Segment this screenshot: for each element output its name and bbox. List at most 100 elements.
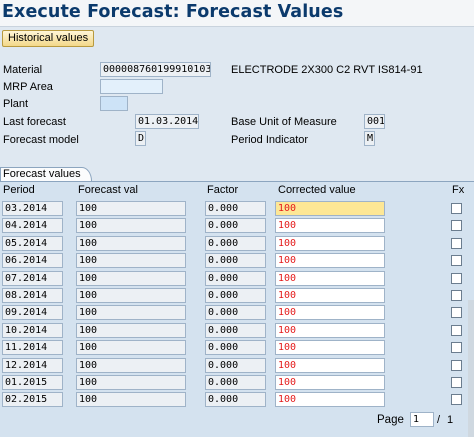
material-description: ELECTRODE 2X300 C2 RVT IS814-91 — [231, 64, 423, 76]
period-indicator-field[interactable]: M — [364, 131, 375, 146]
fx-checkbox[interactable] — [451, 342, 462, 354]
fx-checkbox[interactable] — [451, 359, 462, 371]
fx-checkbox[interactable] — [451, 307, 462, 319]
factor-cell[interactable]: 0.000 — [205, 392, 266, 408]
period-cell[interactable]: 02.2015 — [2, 392, 63, 408]
forecast-model-field[interactable]: D — [135, 131, 146, 146]
corrected-value-input[interactable]: 100 — [275, 305, 385, 321]
factor-cell[interactable]: 0.000 — [205, 288, 266, 303]
fx-checkbox[interactable] — [451, 272, 462, 284]
fx-checkbox[interactable] — [451, 255, 462, 267]
corrected-value-input[interactable]: 100 — [275, 392, 385, 408]
forecast-value-cell[interactable]: 100 — [76, 392, 186, 408]
period-cell[interactable]: 03.2014 — [2, 201, 63, 216]
table-row: 01.2015 100 0.000 100 — [0, 374, 474, 391]
page-input[interactable]: 1 — [410, 412, 434, 427]
forecast-value-cell[interactable]: 100 — [76, 218, 186, 234]
corrected-value-input[interactable]: 100 — [275, 288, 385, 303]
fx-checkbox[interactable] — [451, 290, 462, 301]
historical-values-button[interactable]: Historical values — [2, 30, 95, 47]
toolbar: Historical values — [0, 27, 474, 50]
corrected-value-input[interactable]: 100 — [275, 201, 385, 216]
factor-cell[interactable]: 0.000 — [205, 235, 266, 251]
last-forecast-field[interactable]: 01.03.2014 — [135, 114, 199, 129]
column-header-forecast-val: Forecast val — [78, 184, 138, 196]
period-cell[interactable]: 04.2014 — [2, 218, 63, 234]
period-cell[interactable]: 05.2014 — [2, 235, 63, 251]
forecast-value-cell[interactable]: 100 — [76, 322, 186, 338]
forecast-value-cell[interactable]: 100 — [76, 357, 186, 373]
mrp-area-field[interactable] — [100, 79, 163, 94]
table-row: 06.2014 100 0.000 100 — [0, 252, 474, 269]
table-row: 04.2014 100 0.000 100 — [0, 217, 474, 234]
fx-checkbox[interactable] — [451, 203, 462, 214]
material-field[interactable]: 000008760199910103 — [100, 62, 211, 77]
column-header-corrected-value: Corrected value — [278, 184, 356, 196]
table-row: 11.2014 100 0.000 100 — [0, 339, 474, 356]
scrollbar-edge[interactable] — [468, 300, 474, 437]
factor-cell[interactable]: 0.000 — [205, 253, 266, 269]
factor-cell[interactable]: 0.000 — [205, 270, 266, 286]
corrected-value-input[interactable]: 100 — [275, 235, 385, 251]
corrected-value-input[interactable]: 100 — [275, 218, 385, 234]
forecast-value-cell[interactable]: 100 — [76, 270, 186, 286]
corrected-value-input[interactable]: 100 — [275, 340, 385, 356]
table-row: 07.2014 100 0.000 100 — [0, 270, 474, 287]
factor-cell[interactable]: 0.000 — [205, 357, 266, 373]
corrected-value-input[interactable]: 100 — [275, 322, 385, 338]
forecast-value-cell[interactable]: 100 — [76, 288, 186, 303]
corrected-value-input[interactable]: 100 — [275, 270, 385, 286]
base-uom-label: Base Unit of Measure — [231, 116, 337, 128]
tab-strip: Forecast values — [0, 167, 474, 181]
page-title: Execute Forecast: Forecast Values — [2, 2, 344, 22]
page-separator: / — [437, 414, 441, 426]
mrp-area-label: MRP Area — [3, 81, 53, 93]
period-cell[interactable]: 10.2014 — [2, 322, 63, 338]
forecast-value-cell[interactable]: 100 — [76, 375, 186, 390]
base-uom-field[interactable]: 001 — [364, 114, 385, 129]
plant-field[interactable] — [100, 96, 128, 111]
fx-checkbox[interactable] — [451, 377, 462, 388]
fx-checkbox[interactable] — [451, 220, 462, 232]
fx-checkbox[interactable] — [451, 394, 462, 406]
factor-cell[interactable]: 0.000 — [205, 375, 266, 390]
forecast-value-cell[interactable]: 100 — [76, 305, 186, 321]
period-cell[interactable]: 01.2015 — [2, 375, 63, 390]
tab-forecast-values[interactable]: Forecast values — [0, 167, 92, 181]
plant-label: Plant — [3, 98, 29, 110]
factor-cell[interactable]: 0.000 — [205, 340, 266, 356]
fx-checkbox[interactable] — [451, 237, 462, 249]
table-row: 08.2014 100 0.000 100 — [0, 287, 474, 304]
last-forecast-label: Last forecast — [3, 116, 66, 128]
table-row: 09.2014 100 0.000 100 — [0, 304, 474, 321]
corrected-value-input[interactable]: 100 — [275, 253, 385, 269]
period-cell[interactable]: 07.2014 — [2, 270, 63, 286]
table-row: 03.2014 100 0.000 100 — [0, 200, 474, 217]
forecast-value-cell[interactable]: 100 — [76, 253, 186, 269]
period-indicator-label: Period Indicator — [231, 134, 309, 146]
corrected-value-input[interactable]: 100 — [275, 357, 385, 373]
period-cell[interactable]: 11.2014 — [2, 340, 63, 356]
forecast-value-cell[interactable]: 100 — [76, 340, 186, 356]
factor-cell[interactable]: 0.000 — [205, 322, 266, 338]
forecast-table: Period Forecast val Factor Corrected val… — [0, 181, 474, 437]
period-cell[interactable]: 06.2014 — [2, 253, 63, 269]
column-header-period: Period — [3, 184, 35, 196]
factor-cell[interactable]: 0.000 — [205, 201, 266, 216]
fx-checkbox[interactable] — [451, 324, 462, 336]
factor-cell[interactable]: 0.000 — [205, 305, 266, 321]
table-row: 02.2015 100 0.000 100 — [0, 391, 474, 408]
column-header-factor: Factor — [207, 184, 239, 196]
column-header-fx: Fx — [452, 184, 465, 196]
page-label: Page — [377, 414, 404, 426]
forecast-model-label: Forecast model — [3, 134, 79, 146]
factor-cell[interactable]: 0.000 — [205, 218, 266, 234]
page-total: 1 — [447, 414, 454, 426]
table-row: 10.2014 100 0.000 100 — [0, 322, 474, 339]
forecast-value-cell[interactable]: 100 — [76, 201, 186, 216]
period-cell[interactable]: 08.2014 — [2, 288, 63, 303]
period-cell[interactable]: 12.2014 — [2, 357, 63, 373]
corrected-value-input[interactable]: 100 — [275, 375, 385, 390]
period-cell[interactable]: 09.2014 — [2, 305, 63, 321]
forecast-value-cell[interactable]: 100 — [76, 235, 186, 251]
